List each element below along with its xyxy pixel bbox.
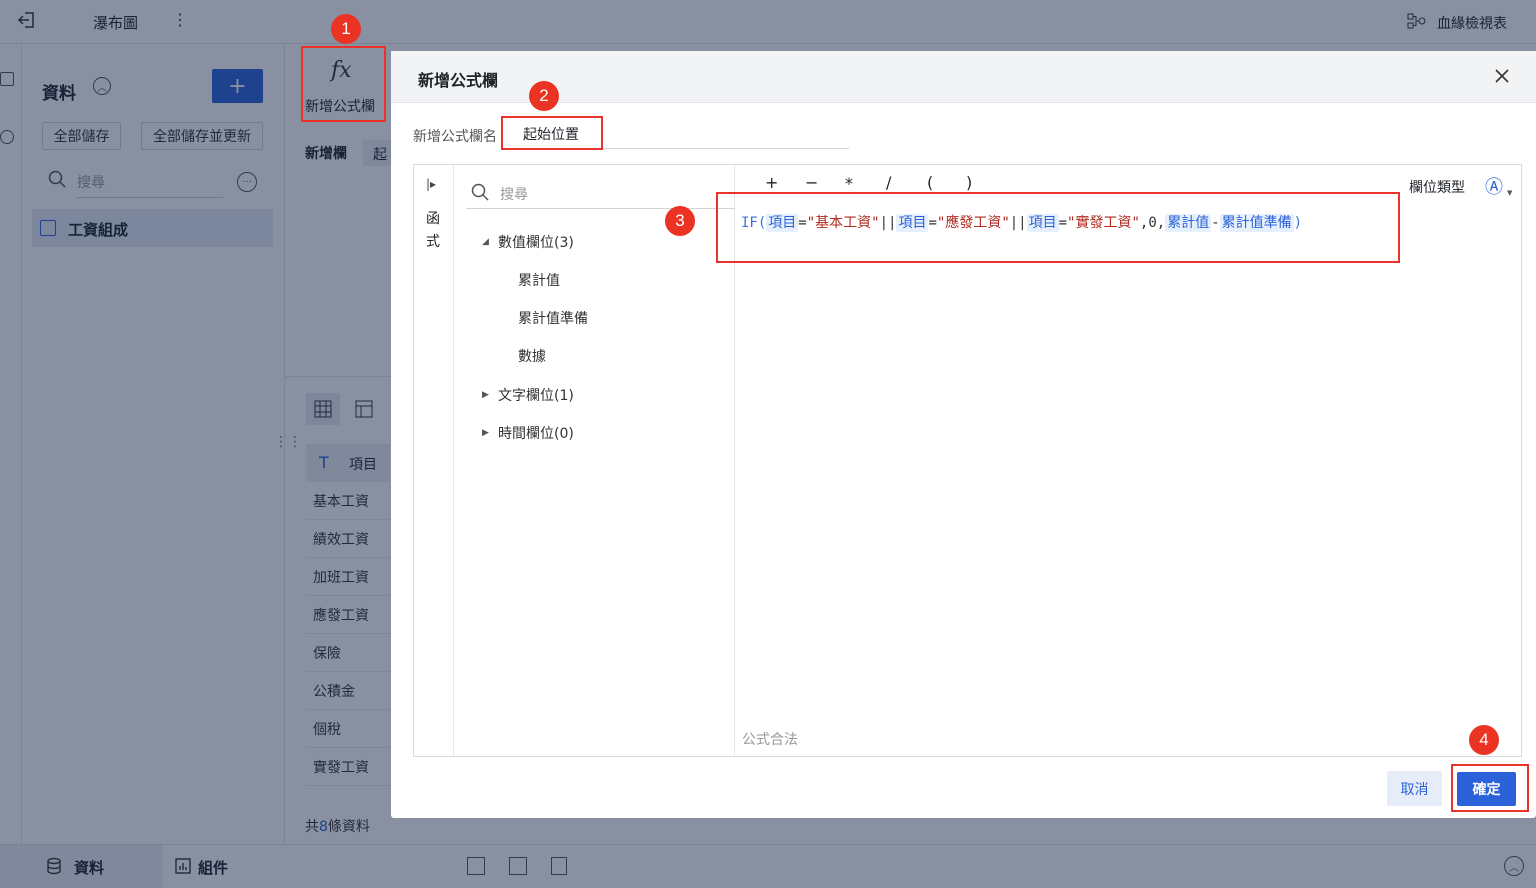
- close-icon[interactable]: [1494, 68, 1510, 88]
- field-type-dropdown[interactable]: Ⓐ: [1485, 173, 1503, 199]
- add-formula-dialog: 新增公式欄 新增公式欄名 起始位置 |▸ 函 式 搜尋 ◢ 數值欄位(3) 累計…: [391, 51, 1536, 818]
- highlight-box-name: [501, 116, 603, 150]
- column-name-label: 新增公式欄名: [413, 129, 497, 145]
- callout-3: 3: [665, 206, 695, 236]
- field-item[interactable]: 累計值準備: [518, 308, 588, 328]
- field-search-underline: [466, 208, 735, 209]
- expanded-triangle-icon: ◢: [482, 237, 489, 247]
- search-icon: [471, 183, 489, 205]
- group-numeric[interactable]: ◢ 數值欄位(3): [482, 232, 574, 252]
- field-item[interactable]: 累計值: [518, 270, 560, 290]
- collapsed-triangle-icon: ▶: [482, 390, 489, 400]
- highlight-box-formula: [716, 192, 1400, 263]
- dialog-header: 新增公式欄: [391, 51, 1536, 103]
- functions-tab[interactable]: |▸ 函 式: [414, 165, 454, 756]
- formula-status: 公式合法: [742, 732, 798, 748]
- chevron-down-icon[interactable]: ▼: [1507, 189, 1512, 197]
- expand-functions-icon[interactable]: |▸: [426, 177, 436, 191]
- operator-open-paren[interactable]: (: [927, 173, 933, 192]
- callout-2: 2: [529, 81, 559, 111]
- callout-4: 4: [1469, 725, 1499, 755]
- operator-divide[interactable]: /: [886, 173, 891, 192]
- functions-tab-label-2: 式: [426, 234, 440, 250]
- dialog-title: 新增公式欄: [418, 71, 499, 90]
- field-search-input[interactable]: 搜尋: [500, 184, 528, 204]
- group-time[interactable]: ▶ 時間欄位(0): [482, 423, 574, 443]
- collapsed-triangle-icon: ▶: [482, 428, 489, 438]
- field-list: 搜尋 ◢ 數值欄位(3) 累計值 累計值準備 數據 ▶ 文字欄位(1) ▶ 時間…: [454, 165, 735, 756]
- operator-close-paren[interactable]: ): [966, 173, 972, 192]
- callout-1: 1: [331, 14, 361, 44]
- group-text[interactable]: ▶ 文字欄位(1): [482, 385, 574, 405]
- cancel-button[interactable]: 取消: [1387, 771, 1442, 806]
- operator-multiply[interactable]: *: [845, 174, 853, 193]
- group-time-label: 時間欄位(0): [498, 426, 574, 442]
- highlight-box-add-formula: [301, 46, 386, 122]
- field-type-label: 欄位類型: [1409, 180, 1465, 196]
- highlight-box-confirm: [1451, 764, 1529, 812]
- group-numeric-label: 數值欄位(3): [498, 235, 574, 251]
- group-text-label: 文字欄位(1): [498, 388, 574, 404]
- functions-tab-label-1: 函: [426, 211, 440, 227]
- operator-plus[interactable]: +: [765, 173, 778, 192]
- operator-minus[interactable]: −: [805, 173, 818, 192]
- field-item[interactable]: 數據: [518, 346, 546, 366]
